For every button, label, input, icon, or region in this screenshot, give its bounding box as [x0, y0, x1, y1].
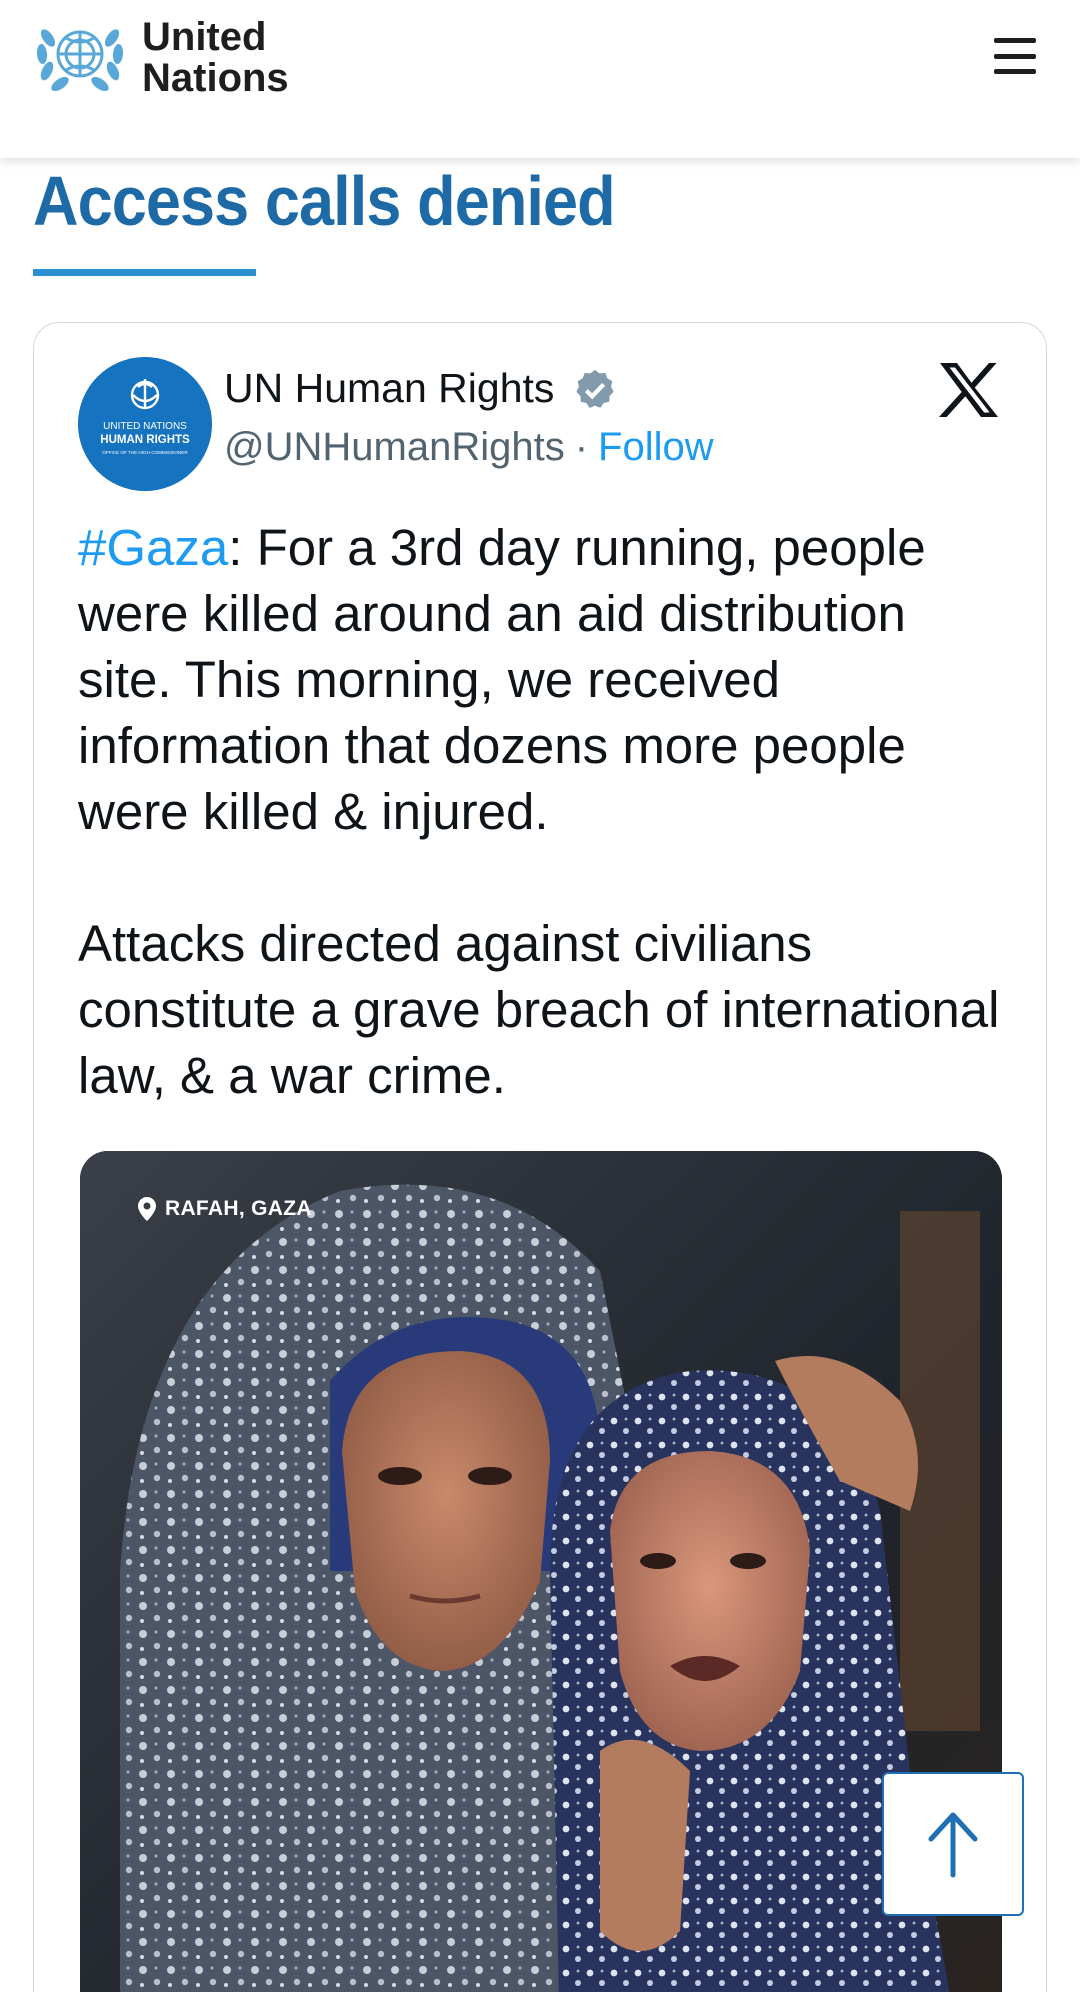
separator-dot: · — [574, 425, 589, 469]
author-handle[interactable]: @UNHumanRights — [224, 425, 565, 469]
un-brand-link[interactable]: United Nations — [30, 16, 289, 100]
hamburger-menu-icon[interactable] — [994, 38, 1036, 74]
author-name[interactable]: UN Human Rights — [224, 365, 554, 412]
location-label: RAFAH, GAZA — [165, 1197, 312, 1220]
follow-link[interactable]: Follow — [598, 425, 714, 469]
site-header: United Nations — [0, 0, 1080, 158]
avatar-line-3: OFFICE OF THE HIGH COMMISSIONER — [102, 450, 188, 455]
page: United Nations Access calls denied UNITE… — [0, 0, 1080, 1992]
x-logo-icon[interactable] — [938, 361, 1000, 419]
un-human-rights-logo: UNITED NATIONS HUMAN RIGHTS OFFICE OF TH… — [78, 357, 212, 491]
back-to-top-button[interactable] — [882, 1772, 1024, 1916]
embedded-tweet[interactable]: UNITED NATIONS HUMAN RIGHTS OFFICE OF TH… — [33, 322, 1047, 1992]
title-underline — [33, 269, 256, 276]
arrow-up-icon — [928, 1812, 978, 1878]
tweet-body: #Gaza: For a 3rd day running, people wer… — [78, 515, 1008, 1175]
page-title: Access calls denied — [33, 162, 616, 240]
brand-line-1: United — [142, 15, 267, 59]
avatar-line-2: HUMAN RIGHTS — [100, 434, 190, 446]
tweet-paragraph-2: Attacks directed against civilians const… — [78, 915, 1000, 1104]
avatar[interactable]: UNITED NATIONS HUMAN RIGHTS OFFICE OF TH… — [78, 357, 212, 491]
photo-location-tag: RAFAH, GAZA — [138, 1197, 312, 1221]
photo-illustration — [80, 1151, 1002, 1992]
tweet-paragraph-1: #Gaza: For a 3rd day running, people wer… — [78, 515, 1008, 845]
brand-line-2: Nations — [142, 56, 289, 100]
brand-wordmark: United Nations — [142, 17, 289, 99]
location-pin-icon — [138, 1197, 156, 1221]
avatar-line-1: UNITED NATIONS — [103, 421, 187, 432]
verified-badge-icon — [576, 369, 614, 408]
un-emblem-icon — [36, 29, 124, 92]
tweet-photo[interactable]: RAFAH, GAZA — [80, 1151, 1002, 1992]
hashtag-gaza-link[interactable]: #Gaza — [78, 519, 228, 576]
author-handle-row: @UNHumanRights · Follow — [224, 425, 714, 470]
